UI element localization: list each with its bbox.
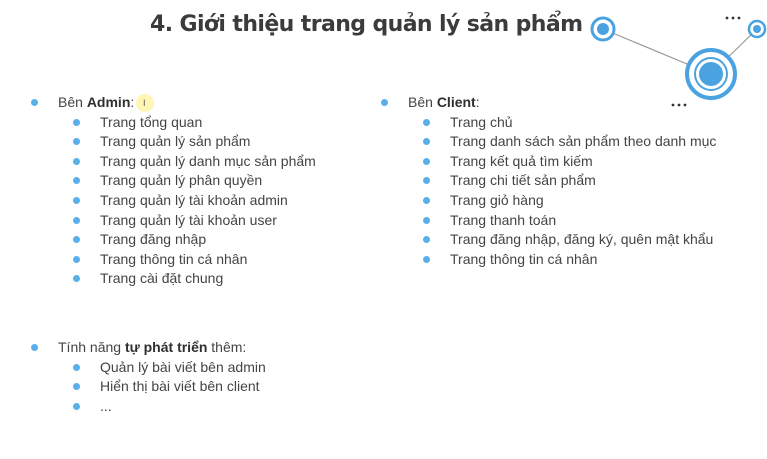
admin-item-label: Trang quản lý tài khoản admin — [100, 191, 288, 208]
bullet-icon — [31, 99, 38, 106]
bullet-icon — [73, 177, 80, 185]
client-heading: Bên Client: — [380, 93, 716, 113]
admin-item: Trang thông tin cá nhân — [30, 250, 316, 270]
client-item: Trang kết quả tìm kiếm — [380, 152, 716, 172]
bullet-icon — [423, 236, 430, 244]
small-circle-core — [597, 23, 609, 35]
bullet-icon — [423, 118, 430, 126]
client-item-label: Trang chi tiết sản phẩm — [450, 172, 596, 189]
client-heading-prefix: Bên — [408, 94, 437, 110]
bullet-icon — [73, 118, 80, 126]
features-heading-prefix: Tính năng — [58, 339, 125, 355]
bullet-icon — [73, 255, 80, 263]
client-item-label: Trang giỏ hàng — [450, 191, 544, 208]
client-item-label: Trang đăng nhập, đăng ký, quên mật khẩu — [450, 231, 714, 248]
admin-item: Trang quản lý sản phẩm — [30, 132, 316, 152]
bullet-icon — [423, 177, 430, 185]
bullet-icon — [381, 99, 388, 106]
features-item: Hiển thị bài viết bên client — [30, 377, 266, 397]
bullet-icon — [73, 275, 80, 283]
features-item-label: ... — [100, 397, 112, 414]
features-item-label: Hiển thị bài viết bên client — [100, 378, 260, 395]
admin-item-label: Trang quản lý sản phẩm — [100, 133, 251, 150]
admin-item: Trang quản lý tài khoản admin — [30, 191, 316, 211]
client-heading-suffix: : — [475, 94, 480, 110]
slide: 4. Giới thiệu trang quản lý sản phẩm I B… — [0, 0, 767, 459]
bullet-icon — [73, 383, 80, 391]
admin-item: Trang quản lý phân quyền — [30, 171, 316, 191]
client-item: Trang đăng nhập, đăng ký, quên mật khẩu — [380, 230, 716, 250]
admin-item: Trang cài đặt chung — [30, 269, 316, 289]
admin-section: Bên Admin: Trang tổng quan Trang quản lý… — [30, 93, 316, 289]
features-heading-bold: tự phát triển — [124, 339, 208, 355]
features-heading-suffix: thêm: — [207, 339, 247, 355]
admin-item: Trang quản lý danh mục sản phẩm — [30, 152, 316, 172]
bullet-icon — [73, 216, 80, 224]
bullet-icon — [73, 157, 80, 165]
admin-item: Trang tổng quan — [30, 113, 316, 133]
client-section: Bên Client: Trang chủ Trang danh sách sả… — [380, 93, 716, 269]
client-item-label: Trang kết quả tìm kiếm — [450, 152, 593, 169]
admin-item-label: Trang đăng nhập — [100, 231, 207, 248]
admin-item: Trang quản lý tài khoản user — [30, 211, 316, 231]
right-circle-core — [753, 25, 761, 33]
client-item-label: Trang thanh toán — [450, 211, 557, 228]
admin-item-label: Trang quản lý danh mục sản phẩm — [100, 152, 316, 169]
admin-heading-prefix: Bên — [58, 94, 87, 110]
admin-heading-bold: Admin — [86, 94, 131, 110]
features-heading: Tính năng tự phát triển thêm: — [30, 338, 266, 358]
bullet-icon — [73, 236, 80, 244]
bullet-icon — [423, 216, 430, 224]
bullet-icon — [423, 138, 430, 146]
client-item: Trang chi tiết sản phẩm — [380, 171, 716, 191]
admin-item-label: Trang quản lý phân quyền — [100, 172, 263, 189]
admin-heading-suffix: : — [130, 94, 135, 110]
admin-item-label: Trang tổng quan — [100, 113, 203, 130]
client-item: Trang thanh toán — [380, 211, 716, 231]
large-circle-core — [699, 62, 723, 86]
bullet-icon — [73, 138, 80, 146]
client-item: Trang danh sách sản phẩm theo danh mục — [380, 132, 716, 152]
features-section: Tính năng tự phát triển thêm: Quản lý bà… — [30, 338, 266, 416]
features-item: Quản lý bài viết bên admin — [30, 358, 266, 378]
admin-item: Trang đăng nhập — [30, 230, 316, 250]
admin-heading: Bên Admin: — [30, 93, 316, 113]
bullet-icon — [423, 255, 430, 263]
client-item-label: Trang chủ — [450, 113, 513, 130]
client-item-label: Trang thông tin cá nhân — [450, 250, 598, 267]
client-item: Trang giỏ hàng — [380, 191, 716, 211]
bullet-icon — [423, 196, 430, 204]
bullet-icon — [73, 363, 80, 371]
bullet-icon — [73, 402, 80, 410]
bullet-icon — [423, 157, 430, 165]
dots-icon — [725, 16, 741, 20]
client-heading-bold: Client — [436, 94, 476, 110]
admin-item-label: Trang cài đặt chung — [100, 270, 224, 287]
admin-item-label: Trang quản lý tài khoản user — [100, 211, 277, 228]
admin-item-label: Trang thông tin cá nhân — [100, 250, 248, 267]
client-item: Trang chủ — [380, 113, 716, 133]
client-item-label: Trang danh sách sản phẩm theo danh mục — [450, 133, 717, 150]
bullet-icon — [73, 196, 80, 204]
features-item: ... — [30, 397, 266, 417]
bullet-icon — [31, 344, 38, 351]
client-item: Trang thông tin cá nhân — [380, 250, 716, 270]
features-item-label: Quản lý bài viết bên admin — [100, 358, 266, 375]
